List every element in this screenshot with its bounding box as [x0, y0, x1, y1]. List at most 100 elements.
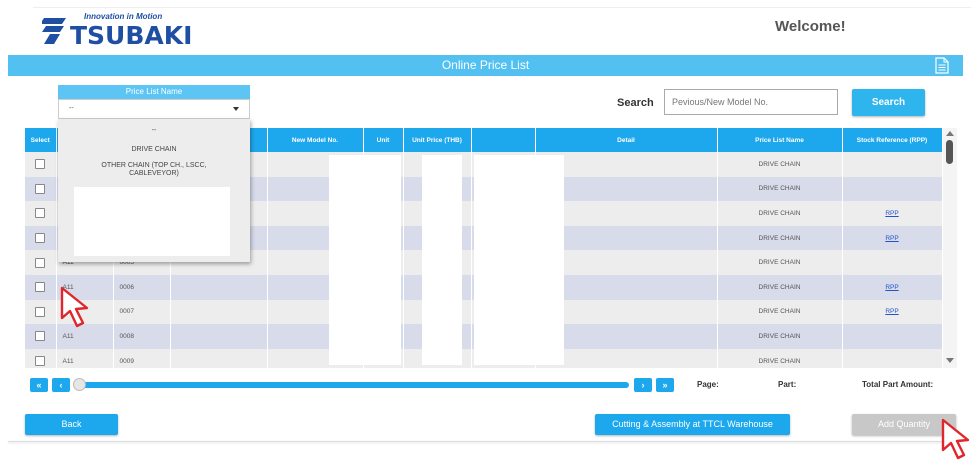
- logo-wordmark: TSUBAKI: [70, 21, 193, 50]
- cell-stock-reference: [842, 348, 942, 368]
- cell-code: 0008: [113, 324, 171, 349]
- col-header-select: Select: [25, 128, 57, 152]
- table-vertical-scrollbar[interactable]: [943, 128, 957, 368]
- cell-code: 0009: [113, 348, 171, 368]
- select-checkbox[interactable]: [35, 306, 46, 317]
- redacted-unit-price-column: [474, 155, 564, 365]
- dropdown-option-none[interactable]: --: [58, 127, 250, 134]
- select-checkbox[interactable]: [35, 233, 46, 244]
- first-page-button[interactable]: «: [30, 378, 48, 392]
- title-bar: Online Price List: [8, 55, 963, 76]
- cell-price-list-name: DRIVE CHAIN: [717, 299, 843, 325]
- select-checkbox[interactable]: [35, 208, 46, 219]
- cell-stock-reference: RPP: [842, 225, 942, 251]
- rpp-link[interactable]: RPP: [885, 210, 898, 217]
- price-list-name-options: -- DRIVE CHAIN OTHER CHAIN (TOP CH., LSC…: [58, 119, 250, 262]
- row-checkbox[interactable]: [25, 225, 57, 251]
- cell-stock-reference: RPP: [842, 201, 942, 226]
- search-input[interactable]: [664, 89, 838, 115]
- prev-page-button[interactable]: ‹: [52, 378, 70, 392]
- col-header-new-model: New Model No.: [267, 128, 364, 152]
- select-checkbox[interactable]: [35, 356, 46, 367]
- dropdown-caret-icon[interactable]: [233, 107, 239, 111]
- page-slider-track[interactable]: [77, 382, 629, 388]
- row-checkbox[interactable]: [25, 176, 57, 202]
- pointer-cursor-icon: [941, 418, 970, 460]
- page-label: Page:: [697, 380, 719, 389]
- redacted-new-model-column: [329, 155, 401, 365]
- pointer-cursor-icon: [60, 286, 89, 328]
- top-divider: [33, 7, 971, 8]
- tsubaki-logo: Innovation in Motion TSUBAKI: [42, 12, 192, 50]
- cell-price-list-name: DRIVE CHAIN: [717, 176, 843, 202]
- cell-old-model: [170, 348, 268, 368]
- cell-group: A11: [56, 348, 114, 368]
- logo-mark-icon: [42, 18, 66, 44]
- rpp-link[interactable]: RPP: [885, 308, 898, 315]
- dropdown-option-other-chain-cont[interactable]: CABLEVEYOR): [58, 170, 250, 177]
- welcome-text: Welcome!: [775, 18, 846, 35]
- cell-price-list-name: DRIVE CHAIN: [717, 348, 843, 368]
- select-checkbox[interactable]: [35, 331, 46, 342]
- search-label: Search: [617, 97, 654, 109]
- cell-stock-reference: [842, 176, 942, 202]
- dropdown-option-other-chain[interactable]: OTHER CHAIN (TOP CH., LSCC,: [58, 162, 250, 169]
- cell-stock-reference: [842, 250, 942, 275]
- col-header-unit-price: Unit Price (THB): [403, 128, 472, 152]
- cell-price-list-name: DRIVE CHAIN: [717, 225, 843, 251]
- cell-price-list-name: DRIVE CHAIN: [717, 250, 843, 275]
- col-header-stock-reference: Stock Reference (RPP): [842, 128, 942, 152]
- row-checkbox[interactable]: [25, 324, 57, 349]
- row-checkbox[interactable]: [25, 201, 57, 226]
- col-header-unit: Unit: [363, 128, 404, 152]
- cell-price-list-name: DRIVE CHAIN: [717, 201, 843, 226]
- scroll-up-arrow-icon[interactable]: [946, 131, 954, 136]
- scroll-thumb[interactable]: [946, 140, 953, 164]
- scroll-down-arrow-icon[interactable]: [946, 358, 954, 363]
- logo-tagline: Innovation in Motion: [84, 12, 163, 21]
- page-title: Online Price List: [441, 58, 530, 72]
- cell-price-list-name: DRIVE CHAIN: [717, 274, 843, 300]
- cell-code: 0006: [113, 274, 171, 300]
- rpp-link[interactable]: RPP: [885, 284, 898, 291]
- dropdown-blank-area: [74, 187, 230, 256]
- cell-old-model: [170, 299, 268, 325]
- cell-price-list-name: DRIVE CHAIN: [717, 324, 843, 349]
- cutting-assembly-button[interactable]: Cutting & Assembly at TTCL Warehouse: [595, 414, 790, 435]
- cell-stock-reference: RPP: [842, 299, 942, 325]
- row-checkbox[interactable]: [25, 274, 57, 300]
- row-checkbox[interactable]: [25, 250, 57, 275]
- footer-divider: [8, 441, 963, 442]
- cell-stock-reference: [842, 152, 942, 177]
- back-button[interactable]: Back: [25, 414, 118, 435]
- part-label: Part:: [778, 380, 797, 389]
- price-list-name-select[interactable]: --: [58, 99, 250, 119]
- price-list-name-dropdown-label: Price List Name: [58, 85, 250, 99]
- select-checkbox[interactable]: [35, 257, 46, 268]
- col-header-price-list-name: Price List Name: [717, 128, 843, 152]
- cell-stock-reference: RPP: [842, 274, 942, 300]
- dropdown-option-drive-chain[interactable]: DRIVE CHAIN: [58, 146, 250, 153]
- row-checkbox[interactable]: [25, 152, 57, 177]
- rpp-link[interactable]: RPP: [885, 235, 898, 242]
- document-icon[interactable]: [935, 57, 949, 74]
- search-button[interactable]: Search: [852, 89, 925, 116]
- next-page-button[interactable]: ›: [634, 378, 652, 392]
- page-root: Innovation in Motion TSUBAKI Welcome! On…: [0, 0, 971, 463]
- select-checkbox[interactable]: [35, 183, 46, 194]
- row-checkbox[interactable]: [25, 348, 57, 368]
- page-slider-handle[interactable]: [73, 378, 86, 391]
- cell-old-model: [170, 324, 268, 349]
- col-header-spacer: [471, 128, 536, 152]
- cell-stock-reference: [842, 324, 942, 349]
- select-checkbox[interactable]: [35, 159, 46, 170]
- col-header-detail: Detail: [535, 128, 718, 152]
- total-part-amount-label: Total Part Amount:: [862, 380, 934, 389]
- redacted-unit-column: [422, 155, 462, 365]
- row-checkbox[interactable]: [25, 299, 57, 325]
- select-checkbox[interactable]: [35, 282, 46, 293]
- cell-code: 0007: [113, 299, 171, 325]
- cell-old-model: [170, 274, 268, 300]
- cell-price-list-name: DRIVE CHAIN: [717, 152, 843, 177]
- last-page-button[interactable]: »: [656, 378, 674, 392]
